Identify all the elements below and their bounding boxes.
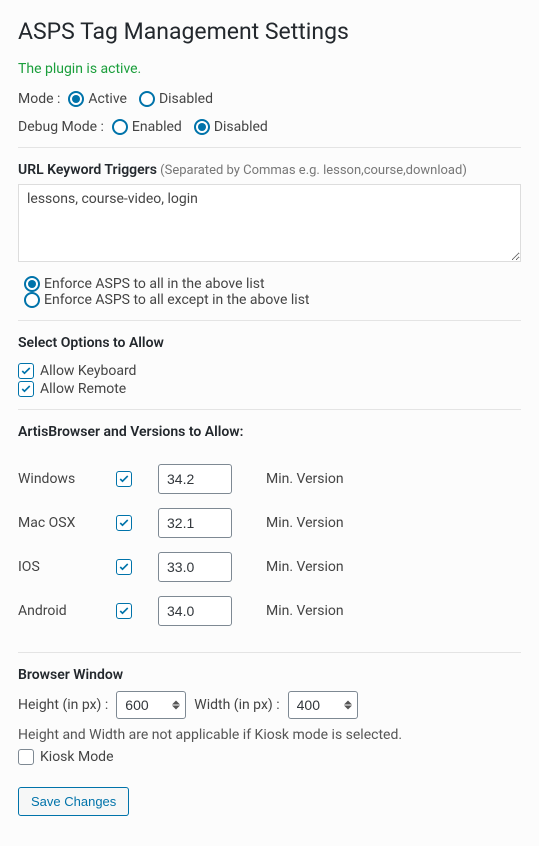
debug-enabled-radio[interactable]: Enabled (106, 119, 182, 135)
checkbox-icon (18, 749, 34, 765)
table-row: Windows Min. Version (18, 464, 344, 494)
versions-table: Windows Min. Version Mac OSX Min. Versio… (18, 450, 344, 640)
mode-disabled-radio[interactable]: Disabled (133, 91, 213, 107)
table-row: Android Min. Version (18, 596, 344, 626)
table-row: IOS Min. Version (18, 552, 344, 582)
checkbox-icon (116, 559, 132, 575)
radio-icon (112, 119, 128, 135)
mode-label: Mode : (18, 91, 60, 107)
windows-version-input[interactable] (158, 464, 232, 494)
os-label: Mac OSX (18, 508, 116, 538)
min-version-label: Min. Version (248, 596, 344, 626)
divider (18, 147, 521, 148)
os-label: Windows (18, 464, 116, 494)
debug-label: Debug Mode : (18, 119, 104, 135)
radio-icon (68, 91, 84, 107)
radio-icon (194, 119, 210, 135)
android-version-input[interactable] (158, 596, 232, 626)
kiosk-note: Height and Width are not applicable if K… (18, 727, 521, 743)
checkbox-icon (18, 363, 34, 379)
mode-active-label: Active (88, 91, 127, 107)
mode-active-radio[interactable]: Active (62, 91, 127, 107)
radio-icon (24, 276, 40, 292)
windows-checkbox[interactable] (116, 471, 158, 487)
url-triggers-hint: (Separated by Commas e.g. lesson,course,… (160, 163, 467, 178)
enforce-row: Enforce ASPS to all in the above list En… (18, 276, 521, 308)
divider (18, 320, 521, 321)
debug-enabled-label: Enabled (132, 119, 182, 135)
os-label: Android (18, 596, 116, 626)
radio-icon (139, 91, 155, 107)
width-label: Width (in px) : (194, 697, 279, 713)
spinner-icon[interactable] (344, 701, 354, 710)
checkbox-icon (116, 515, 132, 531)
mode-disabled-label: Disabled (159, 91, 213, 107)
debug-disabled-label: Disabled (214, 119, 268, 135)
artis-title: ArtisBrowser and Versions to Allow: (18, 424, 521, 440)
macosx-checkbox[interactable] (116, 515, 158, 531)
url-triggers-section: URL Keyword Triggers (Separated by Comma… (18, 162, 521, 276)
ios-version-input[interactable] (158, 552, 232, 582)
save-button[interactable]: Save Changes (18, 787, 129, 816)
macosx-version-input[interactable] (158, 508, 232, 538)
plugin-status: The plugin is active. (18, 61, 521, 77)
kiosk-label: Kiosk Mode (40, 749, 114, 765)
android-checkbox[interactable] (116, 603, 158, 619)
divider (18, 409, 521, 410)
min-version-label: Min. Version (248, 552, 344, 582)
allow-remote-checkbox[interactable]: Allow Remote (18, 381, 521, 397)
checkbox-icon (18, 381, 34, 397)
mode-row: Mode : Active Disabled (18, 91, 521, 107)
ios-checkbox[interactable] (116, 559, 158, 575)
browser-window-title: Browser Window (18, 667, 521, 683)
enforce-except-label: Enforce ASPS to all except in the above … (44, 292, 310, 308)
browser-window-row: Height (in px) : Width (in px) : (18, 691, 521, 719)
enforce-except-radio[interactable]: Enforce ASPS to all except in the above … (18, 292, 310, 308)
url-triggers-input[interactable] (18, 184, 521, 262)
divider (18, 652, 521, 653)
table-row: Mac OSX Min. Version (18, 508, 344, 538)
page-title: ASPS Tag Management Settings (18, 18, 521, 45)
checkbox-icon (116, 603, 132, 619)
debug-disabled-radio[interactable]: Disabled (188, 119, 268, 135)
debug-row: Debug Mode : Enabled Disabled (18, 119, 521, 135)
min-version-label: Min. Version (248, 464, 344, 494)
allow-keyboard-label: Allow Keyboard (40, 363, 136, 379)
checkbox-icon (116, 471, 132, 487)
min-version-label: Min. Version (248, 508, 344, 538)
kiosk-checkbox[interactable]: Kiosk Mode (18, 749, 521, 765)
allow-options-title: Select Options to Allow (18, 335, 521, 351)
os-label: IOS (18, 552, 116, 582)
spinner-icon[interactable] (172, 701, 182, 710)
height-label: Height (in px) : (18, 697, 108, 713)
allow-remote-label: Allow Remote (40, 381, 126, 397)
enforce-all-label: Enforce ASPS to all in the above list (44, 276, 265, 292)
enforce-all-radio[interactable]: Enforce ASPS to all in the above list (18, 276, 265, 292)
url-triggers-title: URL Keyword Triggers (18, 162, 157, 178)
radio-icon (24, 292, 40, 308)
allow-keyboard-checkbox[interactable]: Allow Keyboard (18, 363, 521, 379)
